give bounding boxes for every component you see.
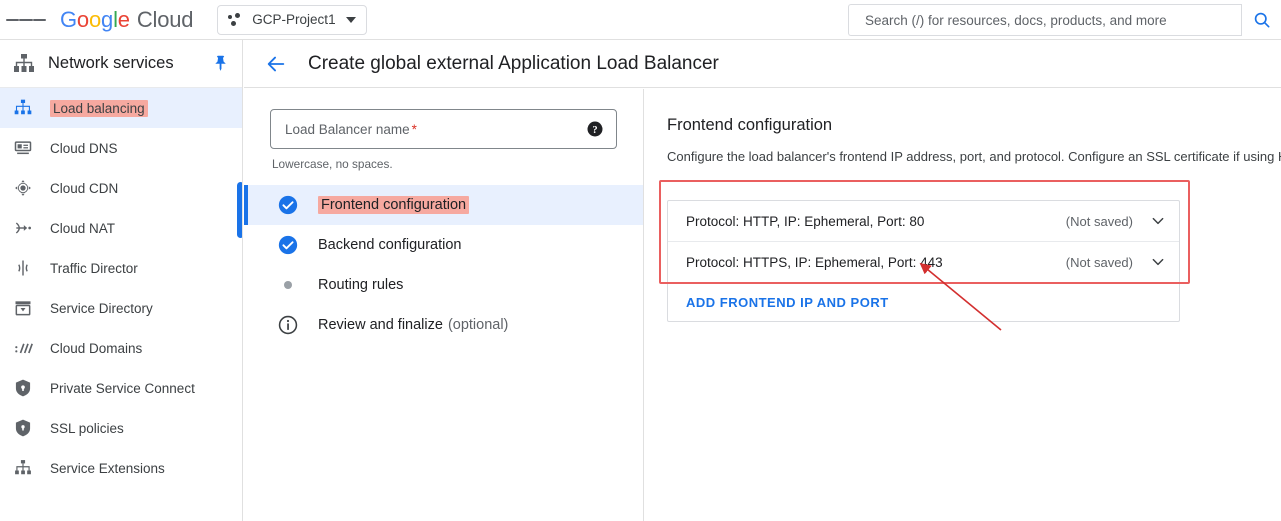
cloud-dns-icon <box>12 137 34 159</box>
wizard-step-column: Load Balancer name * ? Lowercase, no spac… <box>244 89 644 521</box>
sidebar-item-service-directory[interactable]: Service Directory <box>0 288 242 328</box>
sidebar-item-ssl-policies[interactable]: SSL policies <box>0 408 242 448</box>
sidebar-item-label: Load balancing <box>50 99 148 117</box>
chevron-down-icon[interactable] <box>1149 212 1167 230</box>
sidebar-item-load-balancing[interactable]: Load balancing <box>0 88 242 128</box>
step-routing-rules[interactable]: Routing rules <box>244 265 643 305</box>
project-selector[interactable]: GCP-Project1 <box>217 4 367 35</box>
left-sidebar: Network services Load balancing Cloud DN… <box>0 40 243 521</box>
sidebar-item-cloud-cdn[interactable]: Cloud CDN <box>0 168 242 208</box>
add-frontend-ip-and-port-button[interactable]: ADD FRONTEND IP AND PORT <box>686 295 889 310</box>
sidebar-item-label: Cloud Domains <box>50 340 143 356</box>
frontend-rule-text: Protocol: HTTP, IP: Ephemeral, Port: 80 <box>686 213 925 229</box>
step-review-and-finalize[interactable]: Review and finalize (optional) <box>244 305 643 345</box>
name-field-hint: Lowercase, no spaces. <box>272 157 393 171</box>
project-name-label: GCP-Project1 <box>252 12 336 27</box>
sidebar-item-label: Cloud CDN <box>50 180 119 196</box>
sidebar-item-label: Traffic Director <box>50 260 138 276</box>
logo-letter-o2: o <box>88 6 102 32</box>
cloud-nat-icon <box>12 217 34 239</box>
logo-letter-e: e <box>117 6 130 32</box>
logo-letter-g2: g <box>101 6 114 32</box>
step-label: Backend configuration <box>318 237 462 253</box>
add-frontend-row[interactable]: ADD FRONTEND IP AND PORT <box>668 283 1179 321</box>
traffic-director-icon <box>12 257 34 279</box>
load-balancer-name-field[interactable]: Load Balancer name * ? <box>270 109 617 149</box>
step-optional-label: (optional) <box>447 317 509 333</box>
info-circle-icon <box>276 313 300 337</box>
step-label: Review and finalize <box>318 317 443 333</box>
frontend-rule-status: (Not saved) <box>1065 254 1133 270</box>
sidebar-item-cloud-dns[interactable]: Cloud DNS <box>0 128 242 168</box>
sidebar-item-cloud-domains[interactable]: Cloud Domains <box>0 328 242 368</box>
svg-text:?: ? <box>592 125 597 136</box>
search-button[interactable] <box>1241 4 1281 36</box>
cloud-cdn-icon <box>12 177 34 199</box>
sidebar-item-label: Private Service Connect <box>50 380 195 396</box>
pin-icon[interactable] <box>210 53 232 75</box>
service-directory-icon <box>12 297 34 319</box>
search-icon <box>1254 12 1269 28</box>
search-input-wrapper[interactable] <box>848 4 1241 36</box>
frontend-configuration-panel: Frontend configuration Configure the loa… <box>645 89 1281 521</box>
chevron-down-icon <box>345 16 356 23</box>
help-icon[interactable]: ? <box>586 120 604 138</box>
network-services-icon <box>14 53 34 72</box>
step-frontend-configuration[interactable]: Frontend configuration <box>244 185 643 225</box>
step-label: Frontend configuration <box>318 196 470 214</box>
sidebar-item-cloud-nat[interactable]: Cloud NAT <box>0 208 242 248</box>
sidebar-header: Network services <box>0 40 242 88</box>
page-title: Create global external Application Load … <box>308 52 719 74</box>
sidebar-scrollbar-thumb[interactable] <box>237 182 242 238</box>
dot-icon <box>276 273 300 297</box>
sidebar-item-label: Service Directory <box>50 300 153 316</box>
sidebar-item-traffic-director[interactable]: Traffic Director <box>0 248 242 288</box>
cloud-domains-icon <box>12 337 34 359</box>
sidebar-nav: Load balancing Cloud DNS Cloud CDN Cloud… <box>0 88 242 488</box>
wizard-steps: Frontend configuration Backend configura… <box>244 185 643 345</box>
service-extensions-icon <box>12 457 34 479</box>
logo-word-cloud: Cloud <box>136 6 194 32</box>
sidebar-item-label: Cloud NAT <box>50 220 116 236</box>
step-label: Routing rules <box>318 277 404 293</box>
sidebar-title: Network services <box>48 54 174 72</box>
search-input[interactable] <box>863 11 1241 29</box>
chevron-down-icon[interactable] <box>1149 253 1167 271</box>
sidebar-item-label: SSL policies <box>50 420 124 436</box>
logo-letter-o1: o <box>76 6 89 32</box>
section-description: Configure the load balancer's frontend I… <box>667 149 1281 164</box>
hamburger-menu-icon[interactable] <box>6 0 46 40</box>
top-app-bar: Google Cloud GCP-Project1 <box>0 0 1281 40</box>
load-balancing-icon <box>12 97 34 119</box>
frontend-rules-card: Protocol: HTTP, IP: Ephemeral, Port: 80 … <box>667 200 1180 322</box>
sidebar-item-private-service-connect[interactable]: Private Service Connect <box>0 368 242 408</box>
ssl-policies-icon <box>12 417 34 439</box>
check-circle-icon <box>276 193 300 217</box>
project-dots-icon <box>228 12 244 27</box>
sidebar-item-label: Cloud DNS <box>50 140 118 156</box>
section-title: Frontend configuration <box>667 116 833 134</box>
private-service-connect-icon <box>12 377 34 399</box>
page-header: Create global external Application Load … <box>244 40 1281 88</box>
frontend-rule-http-row[interactable]: Protocol: HTTP, IP: Ephemeral, Port: 80 … <box>668 201 1179 242</box>
check-circle-icon <box>276 233 300 257</box>
step-backend-configuration[interactable]: Backend configuration <box>244 225 643 265</box>
frontend-rule-status: (Not saved) <box>1065 213 1133 229</box>
logo-letter-g: G <box>60 6 77 32</box>
sidebar-item-service-extensions[interactable]: Service Extensions <box>0 448 242 488</box>
load-balancer-name-placeholder: Load Balancer name * <box>285 121 417 137</box>
frontend-rule-text: Protocol: HTTPS, IP: Ephemeral, Port: 44… <box>686 254 943 270</box>
back-arrow-icon[interactable] <box>258 46 294 82</box>
google-cloud-logo: Google Cloud <box>60 7 193 33</box>
frontend-rule-https-row[interactable]: Protocol: HTTPS, IP: Ephemeral, Port: 44… <box>668 242 1179 283</box>
sidebar-item-label: Service Extensions <box>50 460 165 476</box>
global-search <box>848 4 1281 36</box>
